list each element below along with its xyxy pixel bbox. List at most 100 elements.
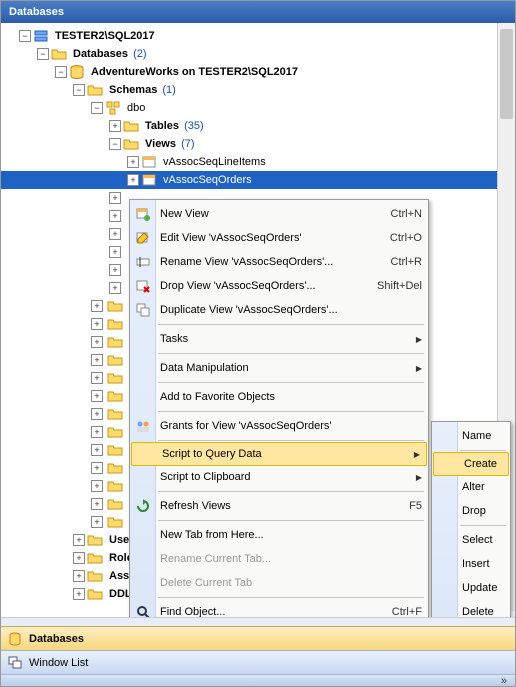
folder-icon xyxy=(107,316,123,332)
expand-icon[interactable] xyxy=(91,516,103,528)
expand-icon[interactable] xyxy=(109,246,121,258)
submenu-alter[interactable]: Alter xyxy=(432,475,510,499)
context-submenu: Name Create Alter Drop Select Insert Upd… xyxy=(431,421,511,627)
collapse-icon[interactable] xyxy=(19,30,31,42)
expand-icon[interactable] xyxy=(91,354,103,366)
menu-add-favorite[interactable]: Add to Favorite Objects xyxy=(130,385,428,409)
expand-icon[interactable] xyxy=(109,192,121,204)
tree-node-view-item[interactable]: vAssocSeqLineItems xyxy=(1,153,515,171)
folder-icon xyxy=(107,370,123,386)
collapse-icon[interactable] xyxy=(91,102,103,114)
folder-icon xyxy=(107,352,123,368)
tree-node-databases[interactable]: Databases (2) xyxy=(1,45,515,63)
submenu-insert[interactable]: Insert xyxy=(432,552,510,576)
expand-strip[interactable]: » xyxy=(1,674,515,686)
resize-grip[interactable] xyxy=(1,617,515,626)
expand-icon[interactable] xyxy=(109,282,121,294)
submenu-select[interactable]: Select xyxy=(432,528,510,552)
menu-label: Tasks xyxy=(160,333,188,345)
expand-icon[interactable] xyxy=(109,210,121,222)
collapse-icon[interactable] xyxy=(37,48,49,60)
chevron-expand-icon: » xyxy=(501,675,507,687)
menu-grants[interactable]: Grants for View 'vAssocSeqOrders' xyxy=(130,414,428,438)
tab-databases[interactable]: Databases xyxy=(1,626,515,650)
menu-rename-tab: Rename Current Tab... xyxy=(130,547,428,571)
tree-node-server[interactable]: TESTER2\SQL2017 xyxy=(1,27,515,45)
expand-icon[interactable] xyxy=(91,372,103,384)
menu-rename-view[interactable]: Rename View 'vAssocSeqOrders'... Ctrl+R xyxy=(130,250,428,274)
expand-icon[interactable] xyxy=(91,408,103,420)
expand-icon[interactable] xyxy=(91,462,103,474)
expand-icon[interactable] xyxy=(91,300,103,312)
collapse-icon[interactable] xyxy=(109,138,121,150)
expand-icon[interactable] xyxy=(73,552,85,564)
submenu-name[interactable]: Name xyxy=(432,424,510,448)
submenu-arrow-icon xyxy=(416,362,422,374)
submenu-create[interactable]: Create xyxy=(433,452,509,476)
folder-icon xyxy=(107,442,123,458)
folder-icon xyxy=(51,46,67,62)
folder-icon xyxy=(123,136,139,152)
expand-icon[interactable] xyxy=(127,156,139,168)
menu-shortcut: Ctrl+O xyxy=(390,232,422,244)
expand-icon[interactable] xyxy=(91,318,103,330)
database-icon xyxy=(69,64,85,80)
expand-icon[interactable] xyxy=(73,588,85,600)
menu-new-tab[interactable]: New Tab from Here... xyxy=(130,523,428,547)
node-label: Schemas (1) xyxy=(107,83,178,97)
menu-script-to-clipboard[interactable]: Script to Clipboard xyxy=(130,465,428,489)
collapse-icon[interactable] xyxy=(55,66,67,78)
expand-icon[interactable] xyxy=(109,120,121,132)
expand-icon[interactable] xyxy=(91,444,103,456)
duplicate-icon xyxy=(135,302,151,318)
menu-script-to-query-data[interactable]: Script to Query Data xyxy=(131,442,427,466)
folder-icon xyxy=(123,118,139,134)
panel-title: Databases xyxy=(1,1,515,23)
folder-icon xyxy=(107,406,123,422)
new-view-icon xyxy=(135,206,151,222)
menu-label: New View xyxy=(160,208,209,220)
menu-edit-view[interactable]: Edit View 'vAssocSeqOrders' Ctrl+O xyxy=(130,226,428,250)
expand-icon[interactable] xyxy=(91,390,103,402)
menu-new-view[interactable]: New View Ctrl+N xyxy=(130,202,428,226)
tree-node-database[interactable]: AdventureWorks on TESTER2\SQL2017 xyxy=(1,63,515,81)
tab-window-list[interactable]: Window List xyxy=(1,650,515,674)
folder-icon xyxy=(107,424,123,440)
menu-data-manipulation[interactable]: Data Manipulation xyxy=(130,356,428,380)
expand-icon[interactable] xyxy=(109,264,121,276)
expand-icon[interactable] xyxy=(73,534,85,546)
expand-icon[interactable] xyxy=(127,174,139,186)
expand-icon[interactable] xyxy=(91,426,103,438)
menu-drop-view[interactable]: Drop View 'vAssocSeqOrders'... Shift+Del xyxy=(130,274,428,298)
rename-icon xyxy=(135,254,151,270)
submenu-update[interactable]: Update xyxy=(432,576,510,600)
menu-refresh-views[interactable]: Refresh Views F5 xyxy=(130,494,428,518)
node-label: Tables (35) xyxy=(143,119,206,133)
tree-node-view-selected[interactable]: vAssocSeqOrders xyxy=(1,171,515,189)
menu-label: Name xyxy=(462,430,491,442)
menu-duplicate-view[interactable]: Duplicate View 'vAssocSeqOrders'... xyxy=(130,298,428,322)
node-label: Views (7) xyxy=(143,137,197,151)
folder-icon xyxy=(87,568,103,584)
tree-node-schemas[interactable]: Schemas (1) xyxy=(1,81,515,99)
collapse-icon[interactable] xyxy=(73,84,85,96)
menu-label: Data Manipulation xyxy=(160,362,249,374)
tree-node-views[interactable]: Views (7) xyxy=(1,135,515,153)
menu-shortcut: Ctrl+R xyxy=(391,256,422,268)
menu-label: Script to Query Data xyxy=(162,448,262,460)
tree-node-tables[interactable]: Tables (35) xyxy=(1,117,515,135)
expand-icon[interactable] xyxy=(91,336,103,348)
scroll-thumb[interactable] xyxy=(500,29,513,119)
expand-icon[interactable] xyxy=(91,498,103,510)
tree-node-schema-dbo[interactable]: dbo xyxy=(1,99,515,117)
submenu-drop[interactable]: Drop xyxy=(432,499,510,523)
expand-icon[interactable] xyxy=(109,228,121,240)
schema-icon xyxy=(105,100,121,116)
menu-tasks[interactable]: Tasks xyxy=(130,327,428,351)
folder-icon xyxy=(107,388,123,404)
menu-label: Drop View 'vAssocSeqOrders'... xyxy=(160,280,316,292)
submenu-arrow-icon xyxy=(416,333,422,345)
expand-icon[interactable] xyxy=(73,570,85,582)
expand-icon[interactable] xyxy=(91,480,103,492)
tab-label: Window List xyxy=(29,657,88,669)
